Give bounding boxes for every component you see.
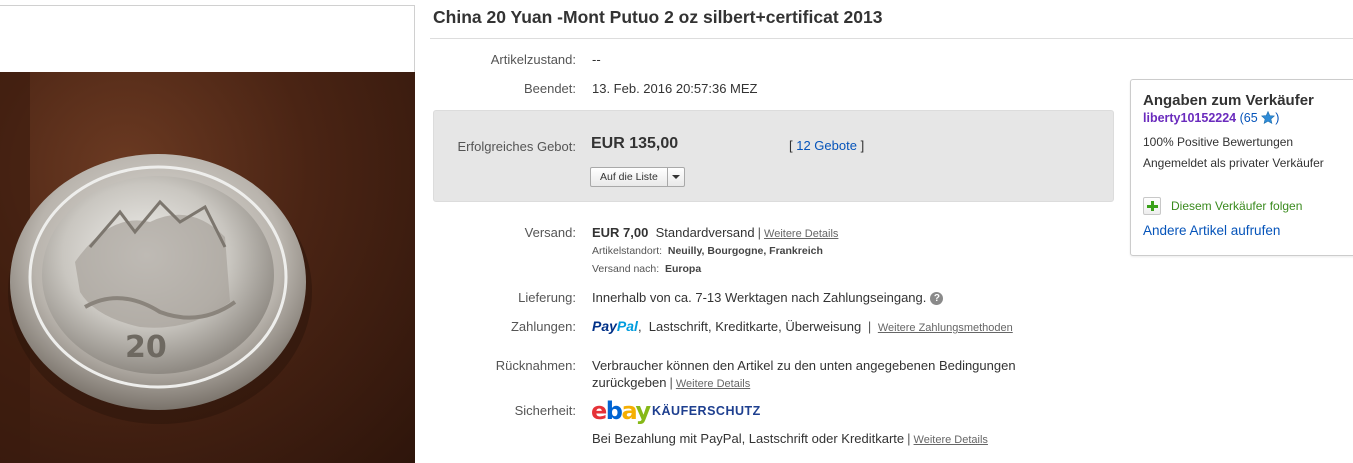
seller-registration: Angemeldet als privater Verkäufer: [1143, 156, 1324, 170]
shipping-price: EUR 7,00: [592, 225, 649, 240]
delivery-value: Innerhalb von ca. 7-13 Werktagen nach Za…: [592, 290, 927, 305]
ended-label: Beendet:: [523, 81, 576, 96]
item-location-label: Artikelstandort:: [592, 245, 663, 257]
seller-identity: liberty10152224 (65 ): [1143, 111, 1279, 125]
bid-history-link[interactable]: 12 Gebote: [796, 138, 857, 153]
paypal-logo-pay: Pay: [592, 318, 617, 334]
feedback-score: 65: [1243, 111, 1258, 125]
delivery-info: Innerhalb von ca. 7-13 Werktagen nach Za…: [592, 290, 944, 306]
seller-positive-rating: 100% Positive Bewertungen: [1143, 135, 1294, 149]
delivery-label: Lieferung:: [518, 290, 576, 305]
payment-methods-list: Lastschrift, Kreditkarte, Überweisung: [648, 319, 862, 334]
returns-label: Rücknahmen:: [495, 358, 576, 373]
plus-icon: [1143, 197, 1161, 215]
item-title: China 20 Yuan -Mont Putuo 2 oz silbert+c…: [433, 7, 883, 27]
item-location-value: Neuilly, Bourgogne, Frankreich: [667, 245, 823, 257]
seller-info-title: Angaben zum Verkäufer: [1143, 92, 1314, 109]
star-icon: [1261, 111, 1276, 124]
returns-line2: zurückgeben | Weitere Details: [592, 375, 751, 390]
winning-bid-label: Erfolgreiches Gebot:: [457, 139, 576, 154]
shipping-details-link[interactable]: Weitere Details: [764, 228, 838, 240]
ebay-logo-e: e: [591, 397, 607, 425]
shipping-label: Versand:: [524, 225, 576, 240]
coin-illustration: 20: [0, 72, 312, 463]
condition-label: Artikelzustand:: [490, 52, 576, 67]
more-payment-methods-link[interactable]: Weitere Zahlungsmethoden: [878, 322, 1013, 334]
bid-count-bracket-close: ]: [856, 138, 865, 153]
bid-count: [ 12 Gebote ]: [789, 138, 864, 153]
shipping-method: Standardversand: [655, 225, 755, 240]
buyer-protection-text: Bei Bezahlung mit PayPal, Lastschrift od…: [592, 431, 905, 446]
ships-to-value: Europa: [664, 263, 702, 275]
returns-line1: Verbraucher können den Artikel zu den un…: [592, 358, 1016, 373]
ebay-logo-a: a: [621, 397, 636, 425]
ships-to-label: Versand nach:: [592, 263, 660, 275]
buyer-protection-badge: KÄUFERSCHUTZ: [652, 404, 761, 418]
follow-seller-button[interactable]: Diesem Verkäufer folgen: [1143, 197, 1302, 215]
condition-value: --: [592, 52, 601, 67]
help-icon[interactable]: ?: [930, 292, 944, 306]
returns-line2-text: zurückgeben: [592, 375, 667, 390]
item-location: Artikelstandort: Neuilly, Bourgogne, Fra…: [592, 245, 823, 257]
buyer-protection-note: Bei Bezahlung mit PayPal, Lastschrift od…: [592, 431, 988, 446]
ebay-logo-y: y: [635, 397, 651, 425]
seller-feedback[interactable]: (65 ): [1240, 111, 1280, 125]
follow-seller-label: Diesem Verkäufer folgen: [1171, 199, 1303, 213]
winning-bid-panel: [433, 110, 1114, 202]
watchlist-label: Auf die Liste: [600, 171, 658, 183]
paypal-logo-pal: Pal: [616, 318, 638, 334]
ended-value: 13. Feb. 2016 20:57:36 MEZ: [592, 81, 758, 96]
buyer-protection-details-link[interactable]: Weitere Details: [914, 434, 988, 446]
payment-methods: PayPal, Lastschrift, Kreditkarte, Überwe…: [592, 318, 1013, 334]
chevron-down-icon: [671, 175, 680, 179]
security-label: Sicherheit:: [514, 403, 576, 418]
returns-details-link[interactable]: Weitere Details: [676, 378, 750, 390]
other-items-link[interactable]: Andere Artikel aufrufen: [1143, 223, 1280, 238]
seller-info-panel: Angaben zum Verkäufer liberty10152224 (6…: [1130, 79, 1353, 256]
watchlist-dropdown[interactable]: [666, 168, 684, 186]
ebay-logo-b: b: [605, 397, 623, 425]
shipping-info: EUR 7,00 Standardversand | Weitere Details: [592, 225, 839, 240]
paypal-logo: PayPal: [592, 318, 638, 334]
feedback-bracket-close: ): [1275, 111, 1280, 125]
ebay-logo: ebay: [591, 397, 651, 425]
seller-username-link[interactable]: liberty10152224: [1143, 111, 1236, 125]
coin-denomination: 20: [125, 330, 167, 365]
winning-bid-price: EUR 135,00: [591, 135, 679, 152]
ships-to: Versand nach: Europa: [592, 263, 701, 275]
item-photo[interactable]: 20: [0, 72, 415, 463]
add-to-watchlist-button[interactable]: Auf die Liste: [590, 167, 685, 187]
title-divider: [430, 38, 1353, 39]
payments-label: Zahlungen:: [510, 319, 576, 334]
